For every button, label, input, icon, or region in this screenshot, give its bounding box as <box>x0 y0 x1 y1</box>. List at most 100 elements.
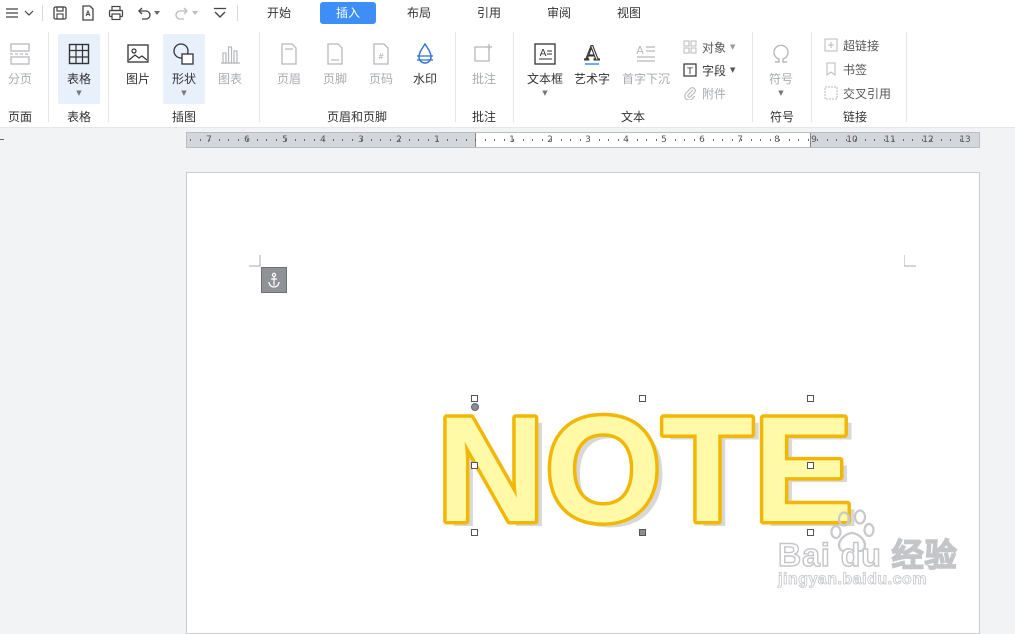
ruler-tick <box>864 139 866 141</box>
svg-text:A: A <box>636 44 644 57</box>
cross-reference-button[interactable]: 交叉引用 <box>823 84 891 102</box>
ruler-tick <box>750 139 752 141</box>
wordart-graphic: NOTE NOTE <box>433 382 860 559</box>
resize-handle-right[interactable] <box>807 462 814 469</box>
anchor-icon[interactable] <box>261 267 287 293</box>
ruler-tick <box>418 139 419 141</box>
top-right-margin-corner <box>904 255 916 267</box>
redo-dropdown-icon[interactable] <box>190 3 200 23</box>
symbol-button[interactable]: 符号 ▼ <box>762 40 800 97</box>
ruler-tick <box>190 139 191 141</box>
ruler-tick <box>370 139 372 141</box>
ruler-tick <box>465 139 467 141</box>
ruler-number: 10 <box>846 135 858 145</box>
group-label-illustrations: 插图 <box>171 110 196 124</box>
ruler-tick <box>285 139 286 141</box>
ruler-tick <box>503 139 505 141</box>
footer-icon <box>321 40 349 68</box>
shape-button[interactable]: 形状 ▼ <box>163 34 205 104</box>
rotate-handle[interactable] <box>471 403 479 411</box>
watermark-button[interactable]: 水印 <box>407 40 443 87</box>
horizontal-ruler[interactable]: 7 6 5 4 3 2 1 1 2 3 4 5 6 7 8 9 10 11 12… <box>186 132 980 148</box>
ruler-tick <box>807 139 809 141</box>
save-icon[interactable] <box>50 3 70 23</box>
ruler-tick <box>304 139 305 141</box>
ruler-tick <box>266 139 267 141</box>
page-break-button[interactable]: 分页 <box>2 40 38 87</box>
undo-icon[interactable] <box>134 3 154 23</box>
field-label: 字段 <box>702 63 727 78</box>
group-label-page: 页面 <box>7 110 32 124</box>
ruler-tick <box>817 139 818 141</box>
ruler-tick <box>646 139 647 141</box>
tab-insert[interactable]: 插入 <box>320 2 377 24</box>
ruler-number: 6 <box>699 135 705 145</box>
resize-handle-bottom-left[interactable] <box>471 529 478 536</box>
ruler-tick <box>199 139 201 141</box>
tab-layout[interactable]: 布局 <box>391 2 447 24</box>
bookmark-button[interactable]: 书签 <box>823 60 867 78</box>
ruler-tick <box>636 139 638 141</box>
watermark-label: 水印 <box>412 72 437 86</box>
group-label-symbols: 符号 <box>769 110 794 124</box>
ruler-tick <box>522 139 524 141</box>
ruler-tick <box>446 139 448 141</box>
print-icon[interactable] <box>106 3 126 23</box>
ruler-tick <box>779 139 780 141</box>
chart-button[interactable]: 图表 <box>212 40 248 87</box>
group-label-header-footer: 页眉和页脚 <box>326 110 387 124</box>
table-button[interactable]: 表格 ▼ <box>58 34 100 104</box>
resize-handle-bottom[interactable] <box>639 529 646 536</box>
ribbon-insert: 分页 页面 表格 ▼ 表格 图片 形状 ▼ 图表 插图 页眉 页脚 # 页码 水… <box>0 26 1015 128</box>
ruler-tick <box>351 139 353 141</box>
undo-dropdown-icon[interactable] <box>152 3 162 23</box>
group-label-table: 表格 <box>66 110 91 124</box>
attachment-button[interactable]: 附件 <box>682 84 726 102</box>
wordart-button[interactable]: A 艺术字 <box>572 40 612 87</box>
redo-icon[interactable] <box>172 3 192 23</box>
menu-bar: 开始 插入 布局 引用 审阅 视图 <box>0 0 1015 26</box>
page-number-icon: # <box>367 40 395 68</box>
object-button[interactable]: 对象 ▼ <box>682 38 735 56</box>
tab-references[interactable]: 引用 <box>461 2 517 24</box>
drop-cap-button[interactable]: A 首字下沉 <box>620 40 672 87</box>
textbox-label: 文本框 <box>526 72 563 86</box>
omega-icon <box>767 40 795 68</box>
resize-handle-top-left[interactable] <box>471 395 478 402</box>
picture-button[interactable]: 图片 <box>120 40 156 87</box>
footer-button[interactable]: 页脚 <box>317 40 353 87</box>
hyperlink-button[interactable]: 超链接 <box>823 36 879 54</box>
textbox-dropdown-icon: ▼ <box>542 89 548 97</box>
top-left-margin-corner <box>249 255 261 267</box>
export-pdf-icon[interactable] <box>78 3 98 23</box>
resize-handle-top[interactable] <box>639 395 646 402</box>
page-number-button[interactable]: # 页码 <box>363 40 399 87</box>
resize-handle-top-right[interactable] <box>807 395 814 402</box>
ruler-tick <box>693 139 695 141</box>
ruler-tick <box>475 139 476 141</box>
wordart-object[interactable]: NOTE NOTE <box>433 382 860 559</box>
ruler-tick <box>560 139 562 141</box>
comment-button[interactable]: 批注 <box>466 40 502 87</box>
chevron-down-icon[interactable] <box>22 3 36 23</box>
header-button[interactable]: 页眉 <box>271 40 307 87</box>
textbox-button[interactable]: A 文本框 ▼ <box>522 40 568 97</box>
svg-text:A: A <box>540 48 547 59</box>
cross-reference-label: 交叉引用 <box>843 86 892 101</box>
ruler-tick <box>931 139 932 141</box>
field-button[interactable]: T 字段 ▼ <box>682 61 735 79</box>
ruler-tick <box>427 139 429 141</box>
main-menu-icon[interactable] <box>2 3 22 23</box>
picture-icon <box>124 40 152 68</box>
resize-handle-left[interactable] <box>471 462 478 469</box>
page-number-label: 页码 <box>368 72 393 86</box>
ruler-tick <box>532 139 533 141</box>
ruler-tick <box>256 139 258 141</box>
ruler-tick <box>323 139 324 141</box>
tab-view[interactable]: 视图 <box>601 2 657 24</box>
customize-toolbar-icon[interactable] <box>210 3 230 23</box>
tab-home[interactable]: 开始 <box>251 2 307 24</box>
tab-review[interactable]: 审阅 <box>531 2 587 24</box>
ruler-tick <box>893 139 894 141</box>
header-icon <box>275 40 303 68</box>
